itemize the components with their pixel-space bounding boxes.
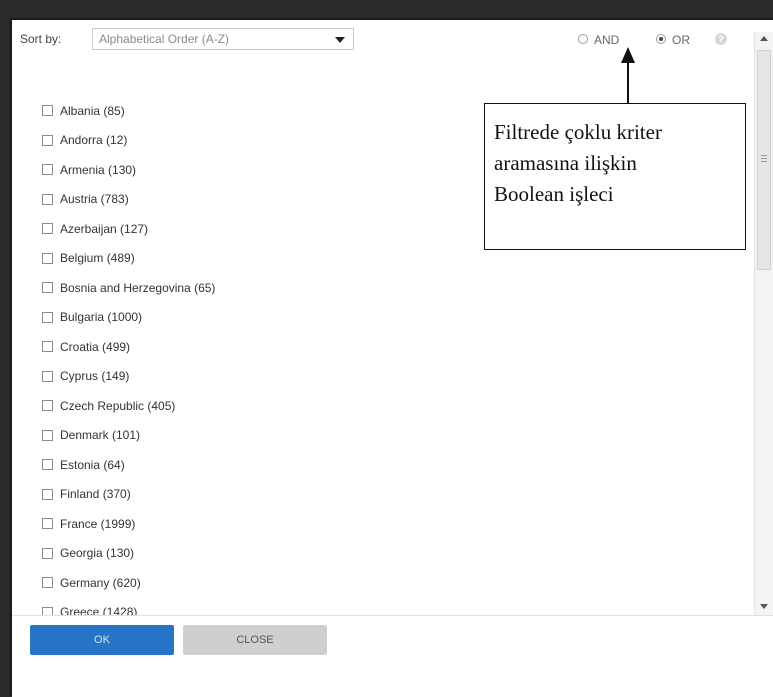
country-label: Germany (620): [60, 575, 141, 590]
annotation-callout: Filtrede çoklu kriter aramasına ilişkin …: [484, 103, 746, 250]
country-label: Cyprus (149): [60, 369, 130, 384]
country-checkbox[interactable]: [42, 547, 53, 559]
country-label: Czech Republic (405): [60, 398, 176, 413]
country-checkbox[interactable]: [42, 400, 53, 412]
or-radio-label: OR: [672, 33, 690, 47]
and-radio-label: AND: [594, 33, 620, 47]
country-checkbox[interactable]: [42, 105, 53, 117]
country-checkbox[interactable]: [42, 252, 53, 264]
list-item[interactable]: Armenia (130): [42, 155, 215, 185]
country-label: France (1999): [60, 516, 136, 531]
list-item[interactable]: Croatia (499): [42, 332, 215, 362]
country-label: Georgia (130): [60, 546, 135, 561]
list-item[interactable]: Belgium (489): [42, 244, 215, 274]
help-icon[interactable]: ?: [715, 33, 727, 45]
country-checkbox[interactable]: [42, 223, 53, 235]
country-checkbox[interactable]: [42, 134, 53, 146]
or-radio[interactable]: [656, 34, 666, 44]
list-item[interactable]: Denmark (101): [42, 421, 215, 451]
country-label: Andorra (12): [60, 133, 128, 148]
list-item[interactable]: Bosnia and Herzegovina (65): [42, 273, 215, 303]
sort-by-label: Sort by:: [20, 32, 62, 46]
country-checkbox[interactable]: [42, 311, 53, 323]
country-label: Belgium (489): [60, 251, 135, 266]
country-label: Croatia (499): [60, 339, 131, 354]
list-item[interactable]: Azerbaijan (127): [42, 214, 215, 244]
country-checkbox[interactable]: [42, 459, 53, 471]
country-label: Azerbaijan (127): [60, 221, 149, 236]
list-item[interactable]: Estonia (64): [42, 450, 215, 480]
annotation-arrow-shaft: [627, 60, 629, 104]
country-checkbox[interactable]: [42, 577, 53, 589]
filter-toolbar: Sort by: Alphabetical Order (A-Z) AND OR…: [12, 20, 773, 70]
country-checkbox[interactable]: [42, 193, 53, 205]
list-item[interactable]: France (1999): [42, 509, 215, 539]
country-checkbox[interactable]: [42, 429, 53, 441]
scrollbar-thumb[interactable]: [757, 50, 771, 270]
and-radio[interactable]: [578, 34, 588, 44]
country-checkbox[interactable]: [42, 341, 53, 353]
country-checkbox[interactable]: [42, 164, 53, 176]
list-item[interactable]: Finland (370): [42, 480, 215, 510]
country-label: Estonia (64): [60, 457, 125, 472]
country-checkbox[interactable]: [42, 488, 53, 500]
ok-button[interactable]: OK: [30, 625, 174, 655]
scroll-up-icon[interactable]: [760, 36, 768, 41]
list-item[interactable]: Georgia (130): [42, 539, 215, 569]
list-item[interactable]: Germany (620): [42, 568, 215, 598]
country-label: Finland (370): [60, 487, 131, 502]
scroll-down-icon[interactable]: [760, 604, 768, 609]
country-label: Denmark (101): [60, 428, 141, 443]
sort-order-dropdown[interactable]: Alphabetical Order (A-Z): [92, 28, 354, 50]
country-label: Bulgaria (1000): [60, 310, 143, 325]
grip-icon: [761, 155, 767, 156]
country-list: Albania (85) Andorra (12) Armenia (130) …: [42, 96, 215, 627]
country-checkbox[interactable]: [42, 518, 53, 530]
country-checkbox[interactable]: [42, 282, 53, 294]
list-item[interactable]: Bulgaria (1000): [42, 303, 215, 333]
country-label: Bosnia and Herzegovina (65): [60, 280, 216, 295]
list-scrollbar[interactable]: [754, 32, 773, 615]
dialog-footer: OK CLOSE: [12, 615, 773, 697]
country-label: Armenia (130): [60, 162, 137, 177]
list-item[interactable]: Austria (783): [42, 185, 215, 215]
country-checkbox[interactable]: [42, 370, 53, 382]
list-item[interactable]: Andorra (12): [42, 126, 215, 156]
list-item[interactable]: Cyprus (149): [42, 362, 215, 392]
chevron-down-icon: [335, 37, 345, 43]
annotation-line: Boolean işleci: [494, 182, 614, 206]
sort-order-value: Alphabetical Order (A-Z): [99, 32, 230, 46]
annotation-line: Filtrede çoklu kriter: [494, 120, 662, 144]
list-item[interactable]: Albania (85): [42, 96, 215, 126]
country-label: Austria (783): [60, 192, 129, 207]
annotation-line: aramasına ilişkin: [494, 151, 637, 175]
close-button[interactable]: CLOSE: [183, 625, 327, 655]
list-item[interactable]: Czech Republic (405): [42, 391, 215, 421]
country-label: Albania (85): [60, 103, 125, 118]
